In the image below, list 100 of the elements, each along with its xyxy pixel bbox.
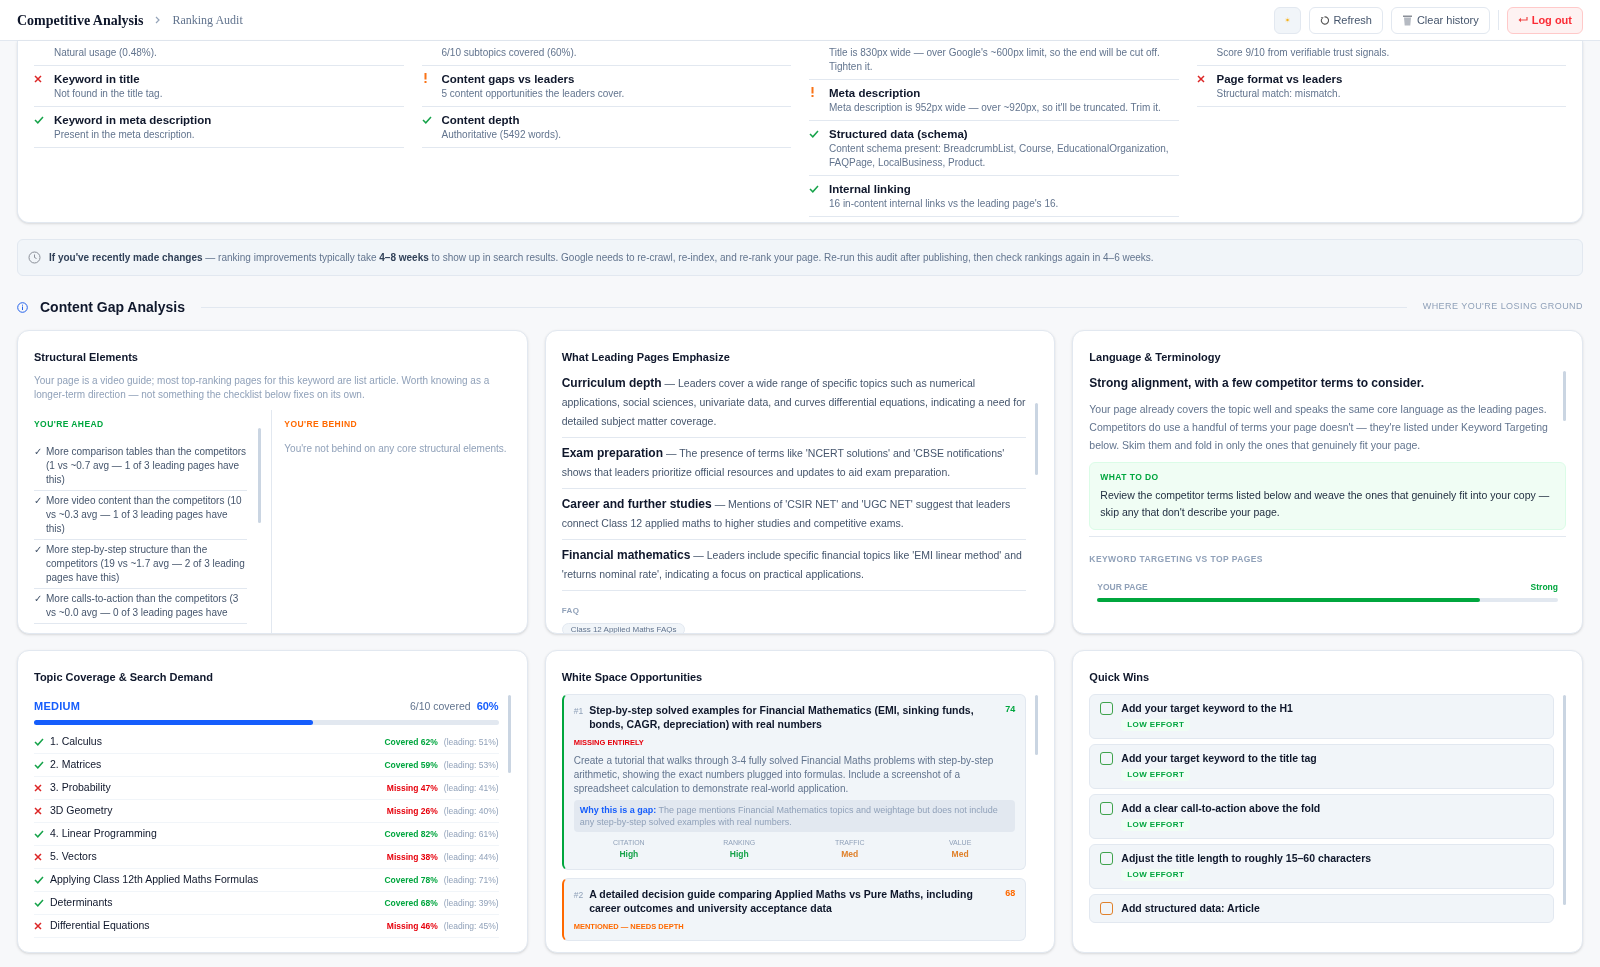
meter-reading: Strong <box>1530 581 1558 594</box>
checkbox[interactable] <box>1100 701 1114 715</box>
topic-name: Applying Class 12th Applied Maths Formulas <box>50 872 259 888</box>
opportunity-title: Step-by-step solved examples for Financial Mathematics (EMI, sinking funds, bonds, CAGR, depreciation) with real numbers <box>589 702 975 731</box>
topic-result: Missing 38% <box>386 850 438 864</box>
metric-value: Med <box>841 848 859 861</box>
clear-history-button[interactable]: Clear history <box>1390 6 1490 34</box>
checkbox[interactable] <box>1100 851 1114 865</box>
quick-win-text: Adjust the title length to roughly 15–60 characters <box>1121 851 1372 865</box>
leading-share: (leading: 41%) <box>443 781 499 795</box>
scrollbar[interactable] <box>1035 403 1039 475</box>
checkbox[interactable] <box>1100 751 1114 765</box>
topic-name: 4. Linear Programming <box>50 826 157 842</box>
check-icon: ✓ <box>34 591 42 620</box>
check-description: Meta description is 952px wide — over ~920px, so it'll be truncated. Trim it. <box>829 101 1161 115</box>
page-title: Competitive Analysis <box>17 11 144 30</box>
leading-share: (leading: 61%) <box>443 827 499 841</box>
check-title: Content depth <box>441 113 521 128</box>
leading-share: (leading: 39%) <box>443 896 499 910</box>
behind-label: YOU'RE BEHIND <box>284 418 358 429</box>
checkbox[interactable] <box>1100 901 1114 915</box>
emphasis-item: Exam preparation — The presence of terms like 'NCERT solutions' and 'CBSE notifications' shows that leaders prioritize official resources and updates to aid exam preparation. <box>561 443 1027 489</box>
topic-name: 3D Geometry <box>50 803 113 819</box>
quick-win-item[interactable]: Add a clear call-to-action above the fold LOW EFFORT <box>1089 793 1554 839</box>
language-summary: Your page already covers the topic well and speaks the same core language as the leading pages. Competitors do use a handful of terms your page doesn't — they're listed under Keyword Targeting below. Skim them and fold in only the ones that genuinely fit your page. <box>1089 401 1549 453</box>
card-title: Quick Wins <box>1089 670 1151 685</box>
check-description: 5 content opportunities the leaders cover. <box>441 87 625 101</box>
what-to-do-text: Review the competitor terms listed below and weave the ones that genuinely fit into your copy — skip any that don't describe your page. <box>1100 488 1551 521</box>
topic-result: Missing 47% <box>386 781 438 795</box>
card-title: Structural Elements <box>34 350 139 365</box>
card-title: Topic Coverage & Search Demand <box>34 670 214 685</box>
check-description: Structural match: mismatch. <box>1216 87 1342 101</box>
check-description: Score 9/10 from verifiable trust signals. <box>1216 46 1390 60</box>
leading-share: (leading: 44%) <box>443 850 499 864</box>
topic-name: 1. Calculus <box>50 734 102 750</box>
check-title: Page format vs leaders <box>1216 72 1343 87</box>
advantage-text: More calls-to-action than the competitors (3 vs ~0.0 avg — 0 of 3 leading pages have <box>46 591 240 620</box>
emphasis-item: Financial mathematics — Leaders include specific financial topics like 'EMI linear method' and 'returns nominal rate', indicating a focus on practical applications. <box>561 545 1027 591</box>
check-icon: ✓ <box>34 493 42 536</box>
section-title: Content Gap Analysis <box>40 297 185 317</box>
quick-win-item[interactable]: Add your target keyword to the H1 LOW EFFORT <box>1089 693 1554 739</box>
theme-toggle-button[interactable] <box>1274 6 1302 34</box>
check-description: Present in the meta description. <box>54 128 196 142</box>
meter-label: YOUR PAGE <box>1097 581 1148 594</box>
what-to-do-label: WHAT TO DO <box>1100 470 1160 484</box>
topic-result: Covered 78% <box>384 873 438 887</box>
quick-win-item[interactable]: Add your target keyword to the title tag LOW EFFORT <box>1089 743 1554 789</box>
chevron-icon <box>155 16 161 24</box>
opportunity-score: 74 <box>1005 702 1016 716</box>
empty-message: You're not behind on any core structural elements. <box>284 441 508 456</box>
leading-share: (leading: 51%) <box>443 735 499 749</box>
topic-name: Differential Equations <box>50 918 150 934</box>
quick-win-text: Add your target keyword to the H1 <box>1121 701 1293 715</box>
notice-text: If you've recently made changes — ranking improvements typically take 4–8 weeks to show up in search results. Google needs to re-crawl, re-index, and re-rank your page. Re-run this audit after publishing, then check rankings again in 4–6 weeks. <box>49 251 1154 265</box>
metric-value: Med <box>951 848 969 861</box>
card-title: White Space Opportunities <box>561 670 704 685</box>
info-icon <box>17 301 28 313</box>
scrollbar[interactable] <box>1563 695 1566 905</box>
trash-icon <box>1401 14 1413 26</box>
emphasis-item: Curriculum depth — Leaders cover a wide range of specific topics such as numerical applications, social sciences, univariate data, and curves differential equations, indicating a need for detailed subject matter coverage. <box>561 373 1027 438</box>
opportunity-title: A detailed decision guide comparing Applied Maths vs Pure Maths, including career outcomes and university acceptance data <box>589 887 974 915</box>
check-title: Structured data (schema) <box>829 127 969 142</box>
metric-value: High <box>619 848 639 861</box>
scrollbar[interactable] <box>1035 695 1039 755</box>
breadcrumb-link[interactable]: Ranking Audit <box>172 11 243 29</box>
check-title: Keyword in title <box>54 72 141 87</box>
scrollbar[interactable] <box>258 427 262 523</box>
card-title: What Leading Pages Emphasize <box>561 350 731 365</box>
scrollbar[interactable] <box>1563 371 1566 421</box>
check-title: Content gaps vs leaders <box>441 72 576 87</box>
check-icon: ✓ <box>34 444 42 487</box>
refresh-button[interactable]: Refresh <box>1309 6 1383 34</box>
scrollbar[interactable] <box>507 695 511 773</box>
card-title: Language & Terminology <box>1089 350 1222 365</box>
log-out-button[interactable]: Log out <box>1506 6 1583 34</box>
effort-tag: LOW EFFORT <box>1121 818 1191 831</box>
faq-label: FAQ <box>561 604 581 617</box>
check-title: Keyword in meta description <box>54 113 212 128</box>
check-description: Natural usage (0.48%). <box>54 46 157 60</box>
topic-name: 2. Matrices <box>50 757 102 773</box>
checkbox[interactable] <box>1100 801 1114 815</box>
language-headline: Strong alignment, with a few competitor terms to consider. <box>1089 374 1426 392</box>
faq-chip[interactable]: Class 12 Applied Maths FAQs <box>561 622 686 633</box>
check-description: Content schema present: BreadcrumbList, Course, EducationalOrganization, FAQPage, LocalBusiness, Product. <box>829 142 1170 170</box>
topic-result: Covered 62% <box>384 735 438 749</box>
advantage-text: More step-by-step structure than the competitors (19 vs ~1.7 avg — 2 of 3 leading pages have this) <box>46 542 246 585</box>
opportunity-score: 68 <box>1005 887 1016 900</box>
topic-name: 3. Probability <box>50 780 111 796</box>
topic-result: Missing 46% <box>386 919 438 933</box>
gap-note: Why this is a gap: The page mentions Financial Mathematics topics and weightage but does not include any step-by-step solved examples with real numbers. <box>573 799 1016 832</box>
metric-value: High <box>729 848 749 861</box>
covered-count: 6/10 covered <box>409 698 471 714</box>
quick-win-item[interactable]: Adjust the title length to roughly 15–60 characters LOW EFFORT <box>1089 843 1554 889</box>
quick-win-item[interactable]: Add structured data: Article <box>1089 893 1554 923</box>
card-intro: Your page is a video guide; most top-ranking pages for this keyword are list article. Worth knowing as a longer-term direction — not something the checklist below fixes on its own. <box>34 373 491 402</box>
topic-result: Covered 59% <box>384 758 438 772</box>
check-description: Not found in the title tag. <box>54 87 163 101</box>
topic-result: Covered 68% <box>384 896 438 910</box>
effort-tag: LOW EFFORT <box>1121 768 1191 781</box>
check-description: 6/10 subtopics covered (60%). <box>441 46 577 60</box>
